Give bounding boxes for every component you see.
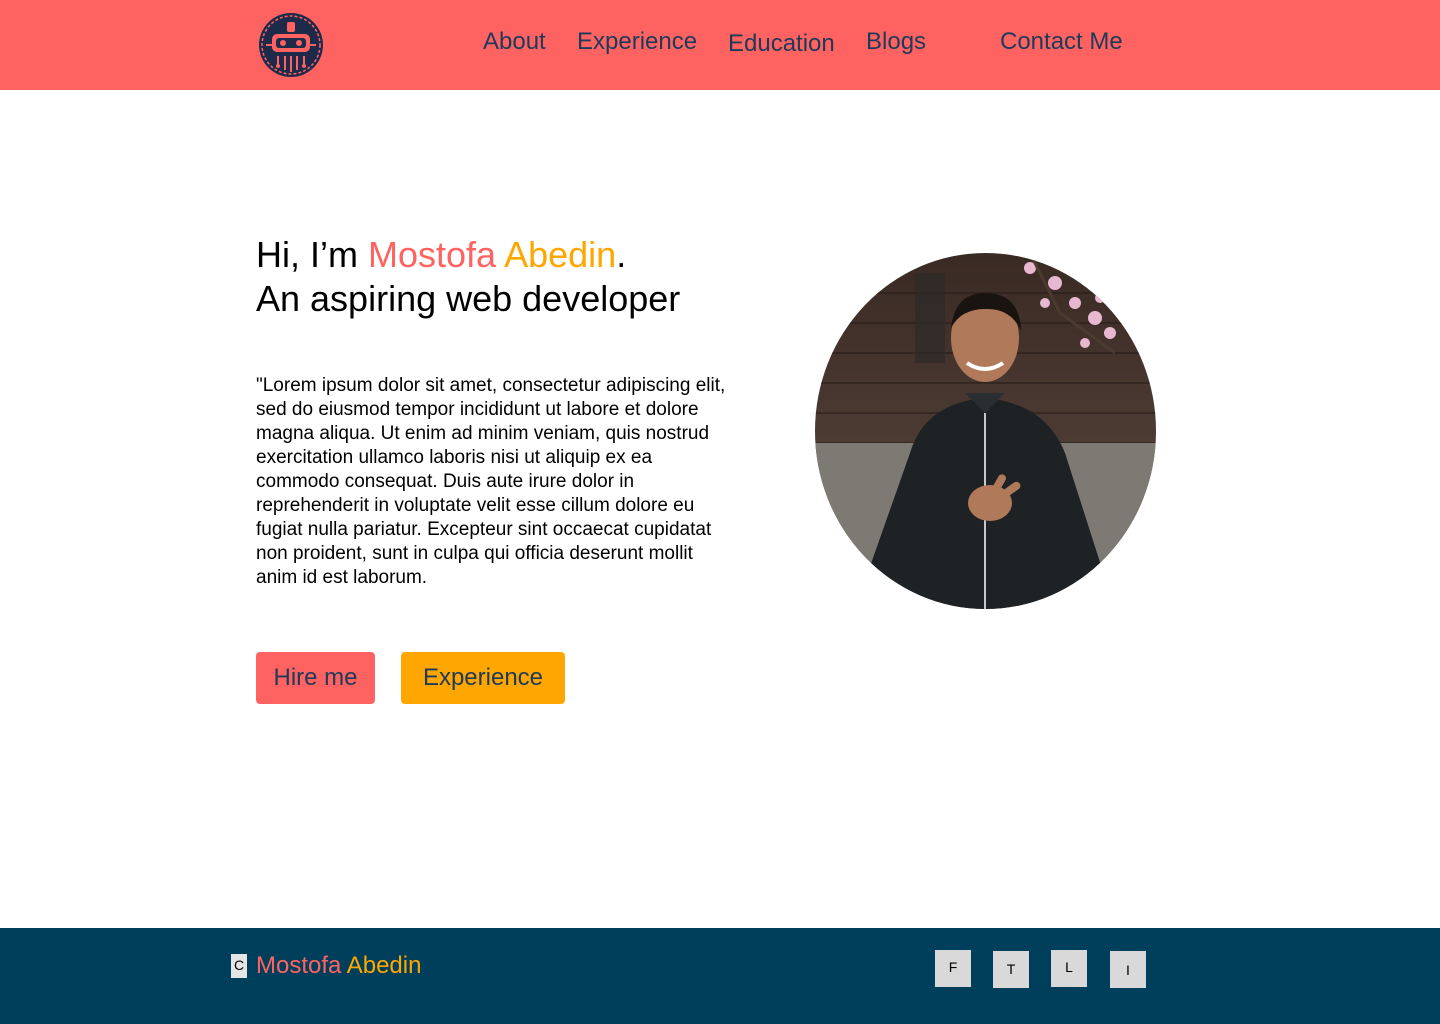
hero-tagline: An aspiring web developer <box>256 278 681 319</box>
site-header: About Experience Education Blogs Contact… <box>0 0 1440 90</box>
linkedin-icon[interactable]: L <box>1051 950 1087 987</box>
hero-heading: Hi, I’m Mostofa Abedin. An aspiring web … <box>256 233 680 321</box>
twitter-icon[interactable]: T <box>993 951 1029 988</box>
footer-last-name: Abedin <box>346 952 422 979</box>
site-footer <box>0 928 1440 1024</box>
facebook-icon[interactable]: F <box>935 950 971 987</box>
hero-description: "Lorem ipsum dolor sit amet, consectetur… <box>256 375 726 588</box>
nav-education[interactable]: Education <box>728 30 835 58</box>
footer-first-name: Mostofa <box>256 952 342 979</box>
nav-about[interactable]: About <box>483 28 546 56</box>
copyright-icon: C <box>231 954 247 978</box>
instagram-icon[interactable]: I <box>1110 951 1146 988</box>
profile-photo <box>815 253 1156 609</box>
profile-photo-illustration <box>815 253 1156 609</box>
hire-me-button[interactable]: Hire me <box>256 652 375 704</box>
greeting-text: Hi, I’m <box>256 234 368 275</box>
hero-first-name: Mostofa <box>368 234 497 275</box>
nav-blogs[interactable]: Blogs <box>866 28 926 56</box>
nav-experience[interactable]: Experience <box>577 28 697 56</box>
logo-icon[interactable] <box>258 12 324 78</box>
nav-contact[interactable]: Contact Me <box>1000 28 1123 56</box>
footer-name: Mostofa Abedin <box>256 952 421 980</box>
heading-period: . <box>616 234 627 275</box>
experience-button[interactable]: Experience <box>401 652 565 704</box>
hero-last-name: Abedin <box>504 234 617 275</box>
